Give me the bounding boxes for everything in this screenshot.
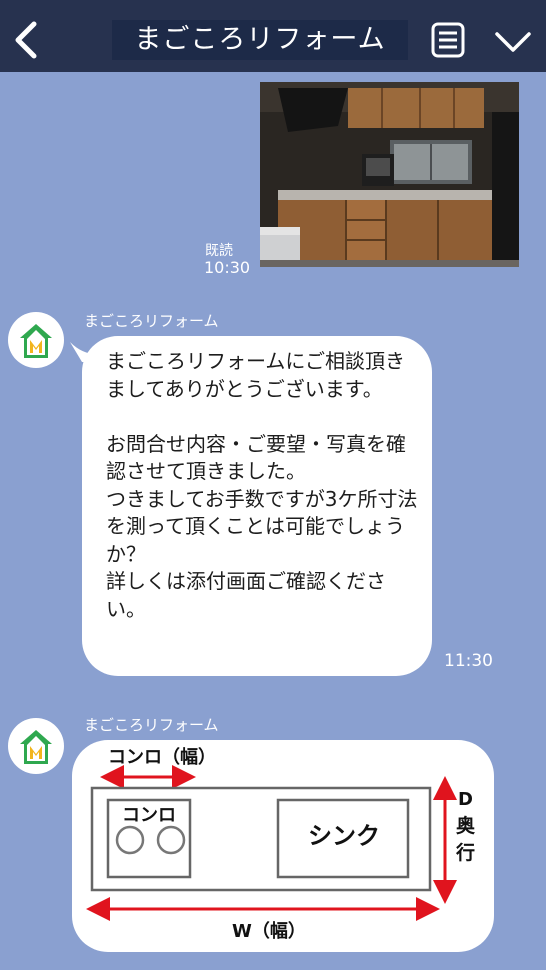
konro-width-label: コンロ（幅） <box>108 746 216 768</box>
kitchen-dimension-diagram[interactable]: コンロ（幅） コンロ シンク D 奥行 W（幅） <box>72 740 494 952</box>
message-time: 11:30 <box>444 651 493 671</box>
chat-title: まごころリフォーム <box>112 20 408 60</box>
chevron-down-icon[interactable] <box>494 26 532 56</box>
notes-icon[interactable] <box>430 22 466 58</box>
avatar[interactable] <box>8 312 64 368</box>
read-receipt: 既読 <box>205 243 233 259</box>
message-text: まごころリフォームにご相談頂きましてありがとうございます。 お問合せ内容・ご要望… <box>106 349 418 621</box>
chevron-left-icon[interactable] <box>10 20 42 60</box>
sender-name: まごころリフォーム <box>84 312 219 330</box>
avatar[interactable] <box>8 718 64 774</box>
sender-name: まごころリフォーム <box>84 716 219 734</box>
house-logo-icon <box>20 324 52 358</box>
width-label: W（幅） <box>232 920 306 942</box>
konro-label: コンロ <box>122 805 176 826</box>
kitchen-photo[interactable] <box>260 82 519 267</box>
house-logo-icon <box>20 730 52 764</box>
message-time: 10:30 <box>204 258 251 277</box>
sink-label: シンク <box>308 822 380 850</box>
depth-d-label: D <box>458 789 473 810</box>
chat-header: まごころリフォーム <box>0 0 546 72</box>
